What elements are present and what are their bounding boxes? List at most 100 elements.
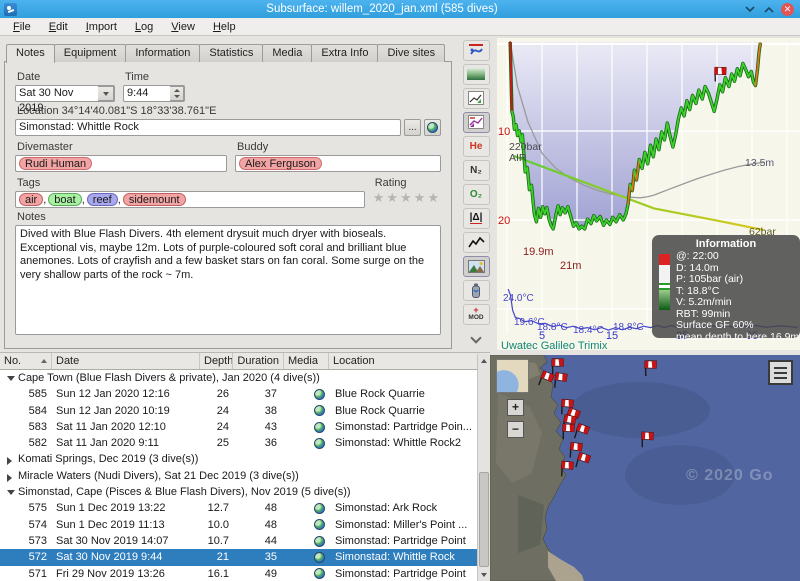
- dive-row-585[interactable]: 585Sun 12 Jan 2020 12:162637Blue Rock Qu…: [0, 386, 490, 402]
- expand-trip-icon[interactable]: [7, 457, 12, 465]
- menu-help[interactable]: Help: [204, 18, 245, 36]
- svg-text:24.0°C: 24.0°C: [503, 293, 534, 304]
- svg-text:13.5m: 13.5m: [745, 157, 774, 169]
- dc-reported-ceiling-icon[interactable]: [463, 112, 490, 133]
- column-header-no[interactable]: No.: [0, 353, 52, 369]
- scroll-down-icon[interactable]: [481, 573, 487, 577]
- column-header-loc[interactable]: Location: [329, 353, 490, 369]
- toggle-o2-icon[interactable]: O₂: [463, 184, 490, 205]
- maximize-button[interactable]: [762, 3, 775, 16]
- divemaster-input[interactable]: Rudi Human: [15, 155, 227, 172]
- notes-textarea[interactable]: Dived with Blue Flash Divers. 4th elemen…: [15, 225, 441, 335]
- tab-extra-info[interactable]: Extra Info: [311, 44, 378, 62]
- partial-pressure-graph-icon[interactable]: [463, 64, 490, 85]
- menu-view[interactable]: View: [162, 18, 204, 36]
- globe-icon: [314, 438, 325, 449]
- tab-dive-sites[interactable]: Dive sites: [377, 44, 445, 62]
- map-zoom-in-button[interactable]: +: [507, 399, 524, 416]
- date-select[interactable]: Sat 30 Nov 2019: [15, 85, 115, 102]
- ruler-icon[interactable]: |Δ|: [463, 208, 490, 229]
- info-title: Information: [658, 238, 794, 250]
- location-globe-button[interactable]: [424, 119, 441, 136]
- dive-row-573[interactable]: 573Sat 30 Nov 2019 14:0710.744Simonstad:…: [0, 533, 490, 549]
- column-header-depth[interactable]: Depth: [200, 353, 233, 369]
- globe-icon: [314, 503, 325, 514]
- subsurface-window: Subsurface: willem_2020_jan.xml (585 div…: [0, 0, 800, 581]
- svg-text:18.8°C: 18.8°C: [537, 322, 568, 333]
- toggle-he-icon[interactable]: He: [463, 136, 490, 157]
- dive-list-scrollbar[interactable]: [477, 354, 490, 581]
- map-zoom-out-button[interactable]: −: [507, 421, 524, 438]
- svg-text:21m: 21m: [560, 260, 581, 272]
- collapse-toolbar-icon[interactable]: [470, 332, 481, 343]
- location-input[interactable]: Simonstad: Whittle Rock: [15, 119, 401, 136]
- tag-pill: boat: [48, 193, 81, 206]
- globe-icon: [314, 405, 325, 416]
- dive-sites-map[interactable]: + − © 2020 Go: [490, 355, 800, 581]
- notes-label: Notes: [17, 211, 441, 223]
- dive-row-582[interactable]: 582Sat 11 Jan 2020 9:112536Simonstad: Wh…: [0, 435, 490, 451]
- menu-edit[interactable]: Edit: [40, 18, 77, 36]
- map-attribution: © 2020 Go: [686, 467, 774, 485]
- info-line: V: 5.2m/min: [676, 297, 794, 309]
- tab-notes[interactable]: Notes: [6, 44, 55, 63]
- close-button[interactable]: ✕: [781, 3, 794, 16]
- globe-icon: [314, 389, 325, 400]
- tab-information[interactable]: Information: [125, 44, 200, 62]
- menu-file[interactable]: File: [4, 18, 40, 36]
- dive-list-header: No.DateDepthDurationMediaLocation: [0, 353, 490, 370]
- dive-row-583[interactable]: 583Sat 11 Jan 2020 12:102443Simonstad: P…: [0, 419, 490, 435]
- rating-stars[interactable]: ★★★★★: [373, 191, 441, 204]
- trip-group-row[interactable]: Cape Town (Blue Flash Divers & private),…: [0, 370, 490, 386]
- divemaster-label: Divemaster: [17, 141, 227, 153]
- heart-rate-icon[interactable]: [463, 232, 490, 253]
- dive-row-584[interactable]: 584Sun 12 Jan 2020 10:192438Blue Rock Qu…: [0, 403, 490, 419]
- trip-group-row[interactable]: Simonstad, Cape (Pisces & Blue Flash Div…: [0, 484, 490, 500]
- column-header-date[interactable]: Date: [52, 353, 200, 369]
- tab-bar: NotesEquipmentInformationStatisticsMedia…: [6, 44, 444, 62]
- window-title: Subsurface: willem_2020_jan.xml (585 div…: [21, 3, 743, 15]
- map-overview-inset[interactable]: [496, 359, 529, 393]
- show-photos-icon[interactable]: [463, 256, 490, 277]
- time-spinner-arrows[interactable]: [170, 86, 184, 101]
- tank-bar-icon[interactable]: [463, 280, 490, 301]
- svg-text:Uwatec Galileo Trimix: Uwatec Galileo Trimix: [501, 340, 608, 350]
- notes-form: Date Sat 30 Nov 2019 Time 9:44 Location …: [4, 61, 452, 349]
- collapse-trip-icon[interactable]: [7, 376, 15, 381]
- location-more-button[interactable]: ...: [404, 119, 421, 136]
- dive-row-575[interactable]: 575Sun 1 Dec 2019 13:2212.748Simonstad: …: [0, 500, 490, 516]
- trip-group-row[interactable]: Komati Springs, Dec 2019 (3 dive(s)): [0, 451, 490, 467]
- buddy-input[interactable]: Alex Ferguson: [235, 155, 441, 172]
- tab-media[interactable]: Media: [262, 44, 312, 62]
- info-line: mean depth to here 16.9m: [676, 332, 794, 344]
- time-spinner[interactable]: 9:44: [123, 85, 185, 102]
- scrollbar-thumb[interactable]: [479, 472, 489, 567]
- column-header-media[interactable]: Media: [284, 353, 329, 369]
- trip-group-row[interactable]: Miracle Waters (Nudi Divers), Sat 21 Dec…: [0, 468, 490, 484]
- svg-text:AIR: AIR: [509, 152, 527, 164]
- svg-text:18.4°C: 18.4°C: [573, 325, 604, 336]
- date-dropdown-arrow-icon[interactable]: [98, 86, 114, 101]
- menu-import[interactable]: Import: [77, 18, 126, 36]
- dive-row-572[interactable]: 572Sat 30 Nov 2019 9:442135Simonstad: Wh…: [0, 549, 490, 565]
- toggle-n2-icon[interactable]: N₂: [463, 160, 490, 181]
- tags-input[interactable]: air,boat,reef,sidemount: [15, 191, 365, 208]
- calculated-ceiling-icon[interactable]: [463, 88, 490, 109]
- scroll-up-icon[interactable]: [481, 359, 487, 363]
- info-line: P: 105bar (air): [676, 274, 794, 286]
- dive-row-574[interactable]: 574Sun 1 Dec 2019 11:1310.048Simonstad: …: [0, 517, 490, 533]
- menu-log[interactable]: Log: [126, 18, 162, 36]
- svg-text:10: 10: [498, 126, 510, 138]
- collapse-trip-icon[interactable]: [7, 490, 15, 495]
- tab-equipment[interactable]: Equipment: [54, 44, 127, 62]
- minimize-button[interactable]: [743, 3, 756, 16]
- column-header-dur[interactable]: Duration: [233, 353, 284, 369]
- dive-list-body: Cape Town (Blue Flash Divers & private),…: [0, 370, 490, 581]
- tab-statistics[interactable]: Statistics: [199, 44, 263, 62]
- mod-icon[interactable]: +MOD: [463, 304, 490, 325]
- dive-computer-icon[interactable]: [463, 40, 490, 61]
- dive-row-571[interactable]: 571Fri 29 Nov 2019 13:2616.149Simonstad:…: [0, 566, 490, 581]
- expand-trip-icon[interactable]: [7, 474, 12, 482]
- map-menu-button[interactable]: [768, 360, 793, 385]
- tag-pill: sidemount: [123, 193, 186, 206]
